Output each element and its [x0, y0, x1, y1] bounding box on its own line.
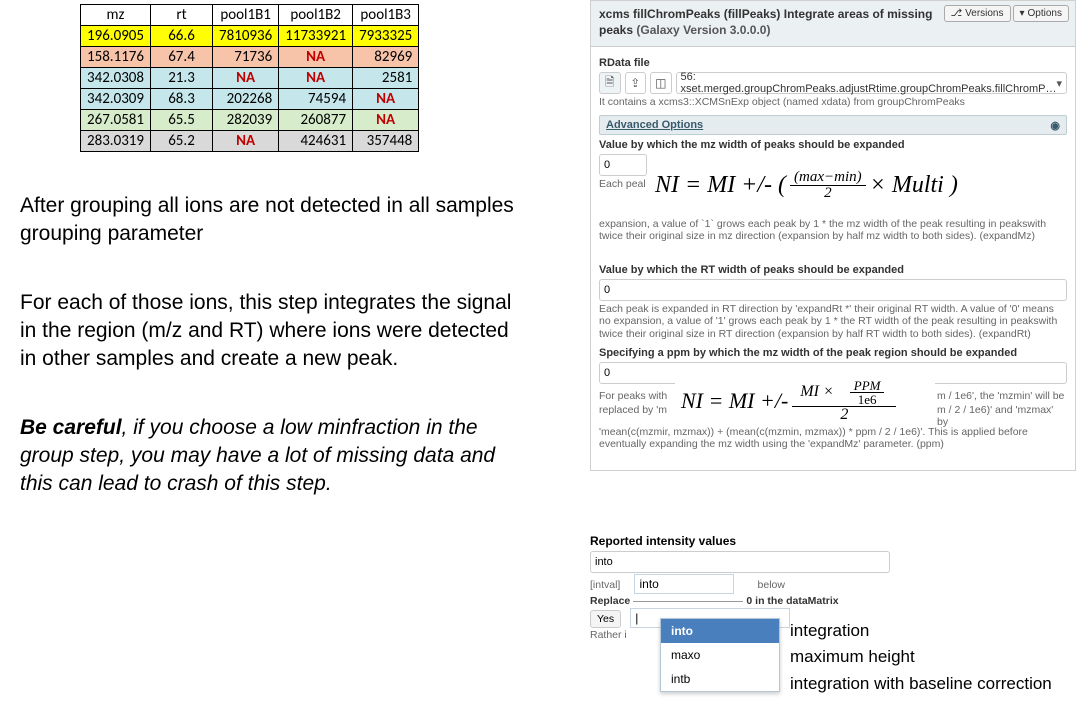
ppm-help-left1: For peaks with	[599, 390, 669, 403]
dropdown-option-maxo[interactable]: maxo	[661, 643, 779, 667]
branch-icon: ⎇	[951, 8, 963, 19]
intval-search[interactable]	[634, 574, 734, 594]
file-list-icon[interactable]: ◫	[650, 72, 672, 94]
col-mz: mz	[81, 5, 151, 26]
table-cell: 7933325	[353, 26, 419, 47]
table-cell: 67.4	[151, 47, 213, 68]
intensity-definitions: integrationmaximum heightintegration wit…	[790, 618, 1052, 697]
versions-button[interactable]: ⎇ Versions	[944, 5, 1011, 22]
expand-mz-label: Value by which the mz width of peaks sho…	[599, 139, 1067, 151]
table-cell: NA	[353, 89, 419, 110]
table-cell: 342.0309	[81, 89, 151, 110]
table-row: 342.030821.3NANA2581	[81, 68, 419, 89]
replace-after: 0 in the dataMatrix	[746, 595, 838, 607]
options-button[interactable]: ▾ Options	[1013, 5, 1070, 22]
table-cell: 158.1176	[81, 47, 151, 68]
table-cell: 71736	[213, 47, 279, 68]
ppm-label: Specifying a ppm by which the mz width o…	[599, 347, 1067, 359]
table-cell: 267.0581	[81, 110, 151, 131]
advanced-options-toggle[interactable]: Advanced Options ◉	[599, 115, 1067, 135]
table-row: 158.117667.471736NA82969	[81, 47, 419, 68]
table-cell: 7810936	[213, 26, 279, 47]
table-cell: 66.6	[151, 26, 213, 47]
table-cell: 82969	[353, 47, 419, 68]
table-cell: 357448	[353, 131, 419, 152]
definition: integration with baseline correction	[790, 671, 1052, 697]
table-cell: 65.2	[151, 131, 213, 152]
table-cell: 260877	[279, 110, 353, 131]
intensity-dropdown[interactable]: intomaxointb	[660, 618, 780, 692]
expand-mz-help: expansion, a value of `1` grows each pea…	[599, 218, 1067, 243]
yes-button[interactable]: Yes	[590, 610, 621, 628]
galaxy-panel: xcms fillChromPeaks (fillPeaks) Integrat…	[590, 0, 1076, 471]
col-pool1B1: pool1B1	[213, 5, 279, 26]
intval-label: [intval]	[590, 579, 620, 591]
expand-mz-help-top: Each peal	[599, 178, 646, 191]
paragraph-2: For each of those ions, this step integr…	[20, 289, 530, 374]
rdata-help: It contains a xcms3::XCMSnExp object (na…	[599, 96, 1067, 109]
col-pool1B3: pool1B3	[353, 5, 419, 26]
rather-label: Rather i	[590, 629, 627, 641]
warning-bold: Be careful	[20, 416, 122, 439]
table-row: 196.090566.67810936117339217933325	[81, 26, 419, 47]
table-cell: 21.3	[151, 68, 213, 89]
table-cell: NA	[353, 110, 419, 131]
file-browse-icon[interactable]: 🗎	[599, 72, 621, 94]
intensity-header: Reported intensity values	[590, 534, 1080, 548]
paragraph-3: Be careful, if you choose a low minfract…	[20, 414, 530, 499]
table-cell: 202268	[213, 89, 279, 110]
expand-rt-input[interactable]	[599, 279, 1067, 301]
tool-version: (Galaxy Version 3.0.0.0)	[636, 23, 770, 37]
definition: integration	[790, 618, 1052, 644]
table-cell: NA	[279, 47, 353, 68]
data-table: mzrtpool1B1pool1B2pool1B3 196.090566.678…	[80, 4, 419, 152]
below-label: below	[758, 579, 785, 591]
formula-mz: NI = MI +/- ( (max−min) 2 × Multi )	[649, 166, 1049, 206]
table-cell: 2581	[353, 68, 419, 89]
col-pool1B2: pool1B2	[279, 5, 353, 26]
galaxy-header: xcms fillChromPeaks (fillPeaks) Integrat…	[591, 1, 1075, 47]
ppm-help-bottom: 'mean(c(mzmir, mzmax)) + (mean(c(mzmin, …	[599, 426, 1067, 451]
table-cell: 11733921	[279, 26, 353, 47]
table-cell: 282039	[213, 110, 279, 131]
dropdown-option-into[interactable]: into	[661, 619, 779, 643]
table-cell: 68.3	[151, 89, 213, 110]
definition: maximum height	[790, 644, 1052, 670]
table-cell: 424631	[279, 131, 353, 152]
paragraph-1: After grouping all ions are not detected…	[20, 192, 530, 249]
intensity-panel: Reported intensity values [intval] below…	[590, 530, 1080, 642]
rdata-label: RData file	[599, 57, 1067, 69]
intensity-input[interactable]	[590, 551, 890, 573]
table-cell: NA	[213, 68, 279, 89]
table-cell: NA	[213, 131, 279, 152]
table-cell: 342.0308	[81, 68, 151, 89]
col-rt: rt	[151, 5, 213, 26]
table-row: 283.031965.2NA424631357448	[81, 131, 419, 152]
expand-mz-input[interactable]	[599, 154, 647, 176]
table-cell: NA	[279, 68, 353, 89]
table-row: 342.030968.320226874594NA	[81, 89, 419, 110]
expand-rt-label: Value by which the RT width of peaks sho…	[599, 264, 1067, 276]
expand-rt-help: Each peak is expanded in RT direction by…	[599, 303, 1067, 341]
dropdown-option-intb[interactable]: intb	[661, 667, 779, 691]
table-row: 267.058165.5282039260877NA	[81, 110, 419, 131]
table-cell: 196.0905	[81, 26, 151, 47]
table-cell: 74594	[279, 89, 353, 110]
ppm-help-left2: replaced by 'm	[599, 404, 669, 417]
ppm-help-right1: m / 1e6', the 'mzmin' will be	[937, 390, 1067, 403]
formula-ppm: NI = MI +/- MI × PPM 1e6 2	[675, 378, 935, 424]
table-cell: 65.5	[151, 110, 213, 131]
eye-icon: ◉	[1050, 119, 1060, 132]
table-cell: 283.0319	[81, 131, 151, 152]
caret-down-icon: ▾	[1020, 8, 1025, 19]
rdata-file-select[interactable]: 56: xset.merged.groupChromPeaks.adjustRt…	[676, 72, 1068, 94]
replace-label: Replace	[590, 595, 630, 607]
file-upload-icon[interactable]: ⇪	[625, 72, 647, 94]
